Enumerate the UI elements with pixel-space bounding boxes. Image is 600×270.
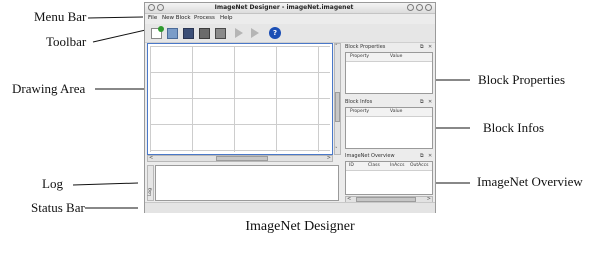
scroll-up-icon[interactable]: ˄	[335, 45, 338, 50]
block-properties-title: Block Properties	[345, 44, 386, 50]
leader-toolbar	[92, 28, 151, 43]
block-properties-close-icon[interactable]: ✕	[428, 43, 432, 51]
help-icon[interactable]: ?	[269, 27, 281, 39]
menu-file[interactable]: File	[148, 14, 157, 23]
drawing-area[interactable]	[147, 43, 333, 155]
column-header: OutAccs	[410, 163, 429, 168]
figure-caption: ImageNet Designer	[245, 219, 355, 234]
label-block-infos: Block Infos	[483, 120, 545, 135]
minimize-icon[interactable]	[407, 4, 414, 11]
imagenet-overview-header: ID Class InAccs OutAccs	[346, 162, 432, 171]
column-header: ID	[349, 163, 354, 168]
block-infos-close-icon[interactable]: ✕	[428, 98, 432, 106]
label-drawing-area: Drawing Area	[12, 81, 86, 96]
window-menu-icon[interactable]	[148, 4, 155, 11]
leader-menu-bar	[87, 16, 144, 19]
block-infos-float-icon[interactable]: ⧉	[420, 98, 424, 106]
menu-help[interactable]: Help	[220, 14, 233, 23]
imagenet-overview-table[interactable]: ID Class InAccs OutAccs	[345, 161, 433, 195]
imagenet-overview-close-icon[interactable]: ✕	[428, 152, 432, 160]
drawing-grid	[150, 46, 330, 152]
menu-process[interactable]: Process	[194, 14, 215, 23]
block-infos-title: Block Infos	[345, 99, 373, 105]
scroll-down-icon[interactable]: ˅	[335, 148, 338, 153]
column-header: Value	[390, 54, 403, 59]
column-header: InAccs	[390, 163, 405, 168]
horizontal-scroll-thumb[interactable]	[216, 156, 268, 161]
app-window: ImageNet Designer - imageNet.imagenet Fi…	[144, 2, 436, 213]
open-icon[interactable]	[167, 28, 178, 39]
menu-new-block[interactable]: New Block	[162, 14, 191, 23]
imagenet-overview-title: ImageNet Overview	[345, 153, 395, 159]
label-menu-bar: Menu Bar	[34, 9, 87, 24]
maximize-icon[interactable]	[416, 4, 423, 11]
block-infos-table[interactable]: Property Value	[345, 107, 433, 149]
imagenet-overview-float-icon[interactable]: ⧉	[420, 152, 424, 160]
save-icon[interactable]	[183, 28, 194, 39]
label-block-properties: Block Properties	[478, 72, 566, 87]
window-title: ImageNet Designer - imageNet.imagenet	[214, 4, 354, 11]
column-header: Class	[368, 163, 380, 168]
block-infos-header: Property Value	[346, 108, 432, 117]
status-bar	[145, 202, 435, 213]
drawing-horizontal-scrollbar[interactable]: < >	[147, 155, 333, 162]
block-properties-table[interactable]: Property Value	[345, 52, 433, 94]
block-properties-float-icon[interactable]: ⧉	[420, 43, 424, 51]
new-file-icon[interactable]	[151, 26, 164, 39]
close-icon[interactable]	[425, 4, 432, 11]
scroll-left-icon[interactable]: <	[149, 156, 153, 161]
scroll-right-icon[interactable]: >	[327, 156, 331, 161]
column-header: Value	[390, 109, 403, 114]
title-bar: ImageNet Designer - imageNet.imagenet	[145, 3, 435, 14]
label-imagenet-overview: ImageNet Overview	[477, 174, 583, 189]
log-tab-label: Log	[148, 187, 153, 196]
export-icon[interactable]	[215, 28, 226, 39]
log-side-tab[interactable]: Log	[147, 165, 154, 201]
drawing-vertical-scrollbar[interactable]: ˄ ˅	[334, 43, 341, 155]
leader-log	[72, 182, 139, 186]
column-header: Property	[350, 54, 370, 59]
run-all-icon[interactable]	[251, 28, 259, 38]
label-status-bar: Status Bar	[31, 200, 85, 215]
block-properties-header: Property Value	[346, 53, 432, 62]
toolbar: ?	[145, 24, 435, 43]
column-header: Property	[350, 109, 370, 114]
label-toolbar: Toolbar	[46, 34, 87, 49]
log-panel[interactable]	[155, 165, 339, 201]
run-icon[interactable]	[235, 28, 243, 38]
vertical-scroll-thumb[interactable]	[335, 92, 340, 122]
edit-icon[interactable]	[199, 28, 210, 39]
menu-bar: File New Block Process Help	[145, 14, 435, 23]
label-log: Log	[42, 176, 63, 191]
